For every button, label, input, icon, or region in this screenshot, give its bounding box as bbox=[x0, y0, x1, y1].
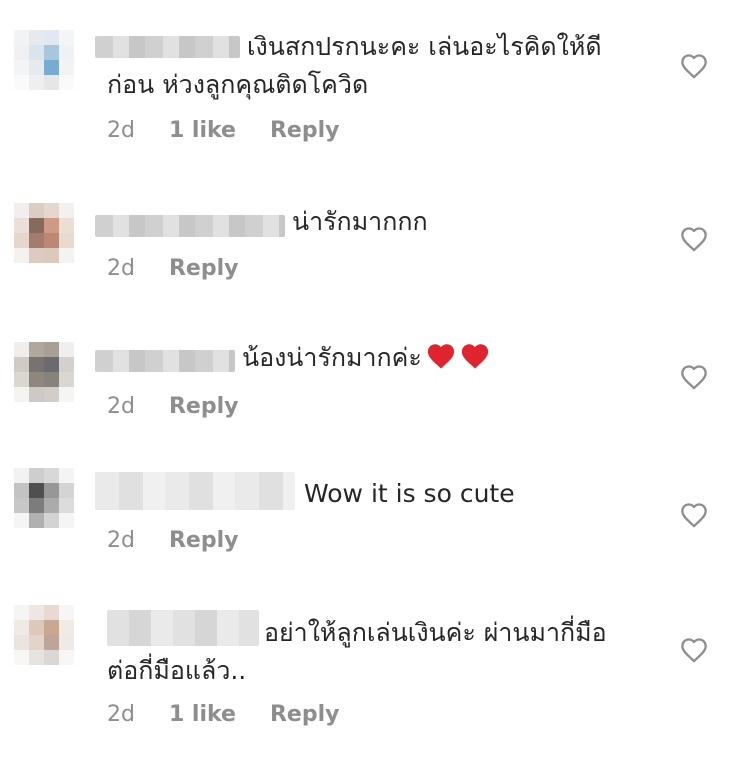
like-heart-icon[interactable] bbox=[680, 53, 708, 79]
comment-text: เงินสกปรกนะคะ เล่นอะไรคิดให้ดี bbox=[247, 32, 602, 61]
comment-text: น้องน่ารักมากค่ะ bbox=[242, 338, 490, 378]
likes-count[interactable]: 1 like bbox=[169, 702, 236, 727]
like-heart-icon[interactable] bbox=[680, 637, 708, 663]
comment-time: 2d bbox=[107, 256, 135, 281]
comment-text-content: น้องน่ารักมากค่ะ bbox=[242, 343, 422, 372]
avatar[interactable] bbox=[14, 203, 74, 263]
avatar[interactable] bbox=[14, 605, 74, 665]
like-heart-icon[interactable] bbox=[680, 364, 708, 390]
avatar[interactable] bbox=[14, 342, 74, 402]
red-heart-emoji-icon bbox=[427, 344, 454, 369]
comment-text: ต่อกี่มือแล้ว.. bbox=[107, 656, 247, 685]
username-blurred[interactable] bbox=[95, 350, 235, 372]
red-heart-emoji-icon bbox=[461, 344, 488, 369]
comment-meta: 2d Reply bbox=[107, 256, 238, 281]
avatar[interactable] bbox=[14, 30, 74, 90]
username-blurred[interactable] bbox=[95, 36, 240, 58]
comment-time: 2d bbox=[107, 118, 135, 143]
reply-button[interactable]: Reply bbox=[169, 256, 239, 281]
comment-text: น่ารักมากกก bbox=[292, 207, 428, 236]
avatar[interactable] bbox=[14, 468, 74, 528]
likes-count[interactable]: 1 like bbox=[169, 118, 236, 143]
reply-button[interactable]: Reply bbox=[270, 118, 340, 143]
username-blurred[interactable] bbox=[95, 215, 285, 237]
comment-meta: 2d 1 like Reply bbox=[107, 118, 339, 143]
comment-text: อย่าให้ลูกเล่นเงินค่ะ ผ่านมากี่มือ bbox=[264, 618, 607, 647]
comment-time: 2d bbox=[107, 394, 135, 419]
comment-meta: 2d Reply bbox=[107, 528, 238, 553]
comment-meta: 2d 1 like Reply bbox=[107, 702, 339, 727]
username-blurred[interactable] bbox=[95, 472, 295, 510]
comment-text: Wow it is so cute bbox=[304, 479, 515, 508]
comment-time: 2d bbox=[107, 528, 135, 553]
reply-button[interactable]: Reply bbox=[270, 702, 340, 727]
comment-text: ก่อน ห่วงลูกคุณติดโควิด bbox=[107, 70, 369, 99]
reply-button[interactable]: Reply bbox=[169, 528, 239, 553]
comment-time: 2d bbox=[107, 702, 135, 727]
username-blurred[interactable] bbox=[107, 610, 259, 646]
comment-meta: 2d Reply bbox=[107, 394, 238, 419]
like-heart-icon[interactable] bbox=[680, 502, 708, 528]
reply-button[interactable]: Reply bbox=[169, 394, 239, 419]
like-heart-icon[interactable] bbox=[680, 226, 708, 252]
